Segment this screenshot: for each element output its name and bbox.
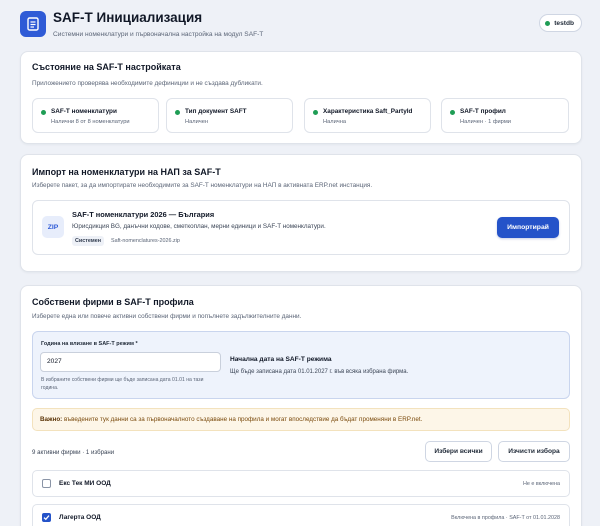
firm-row[interactable]: Екс Тек МИ ООД Не е включена	[32, 470, 570, 497]
status-item-nomenclatures: SAF-T номенклатури Налични 8 от 8 номенк…	[32, 98, 159, 133]
package-item[interactable]: ZIP SAF-T номенклатури 2026 — България Ю…	[32, 200, 570, 255]
status-item-value: Налични 8 от 8 номенклатури	[51, 119, 130, 125]
setup-status-card: Състояние на SAF-T настройката Приложени…	[20, 51, 582, 144]
status-item-value: Наличен	[185, 119, 209, 125]
status-ok-icon	[313, 110, 318, 115]
package-description: Юрисдикция BG, данъчни кодове, сметкопла…	[72, 223, 326, 230]
status-item-name: SAF-T профил	[460, 108, 506, 115]
notice-label: Важно:	[40, 416, 63, 423]
firm-checkbox[interactable]	[42, 513, 51, 522]
year-input[interactable]: 2027	[40, 352, 221, 372]
start-date-title: Начална дата на SAF-T режима	[230, 356, 332, 363]
status-item-name: Тип документ SAFT	[185, 108, 247, 115]
year-field-label: Година на влизане в SAF-T режим *	[41, 341, 138, 347]
firm-checkbox[interactable]	[42, 479, 51, 488]
database-name: testdb	[554, 19, 574, 27]
firm-count: 9 активни фирми · 1 избрани	[32, 449, 115, 456]
import-card-title: Импорт на номенклатури на НАП за SAF-T	[32, 167, 221, 177]
firm-row[interactable]: Лагерта ООД Включена в профила · SAF-T о…	[32, 504, 570, 526]
notice-text: въведените тук данни са за първоначалнот…	[62, 416, 423, 423]
status-item-name: Характеристика Saft_PartyId	[323, 108, 413, 115]
import-card-description: Изберете пакет, за да импортирате необхо…	[32, 182, 373, 189]
page-header: SAF-T Инициализация Системни номенклатур…	[20, 10, 582, 46]
firms-card-description: Изберете една или повече активни собстве…	[32, 313, 302, 320]
status-item-value: Налична	[323, 119, 347, 125]
firm-name: Лагерта ООД	[59, 514, 101, 521]
status-ok-icon	[175, 110, 180, 115]
status-dot-icon	[545, 20, 551, 26]
clear-selection-button[interactable]: Изчисти избора	[498, 441, 570, 462]
status-item-value: Наличен · 1 фирми	[460, 119, 511, 125]
page-subtitle: Системни номенклатури и първоначална нас…	[53, 31, 264, 38]
status-card-description: Приложението проверява необходимите дефи…	[32, 80, 263, 87]
import-card: Импорт на номенклатури на НАП за SAF-T И…	[20, 154, 582, 272]
firms-card: Собствени фирми в SAF-T профила Изберете…	[20, 285, 582, 526]
status-item-party-id: Характеристика Saft_PartyId Налична	[304, 98, 431, 133]
select-all-button[interactable]: Избери всички	[425, 441, 492, 462]
package-title: SAF-T номенклатури 2026 — България	[72, 210, 215, 219]
page-title: SAF-T Инициализация	[53, 10, 203, 25]
firms-card-title: Собствени фирми в SAF-T профила	[32, 297, 194, 307]
firm-status: Включена в профила · SAF-T от 01.01.2028	[451, 515, 560, 521]
year-field-help: В избраните собствени фирми ще бъде запи…	[41, 377, 204, 391]
firm-status: Не е включена	[522, 481, 560, 487]
database-badge[interactable]: testdb	[539, 14, 582, 32]
package-file-name: Saft-nomenclatures-2026.zip	[111, 238, 180, 244]
important-notice: Важно: въведените тук данни са за първон…	[32, 408, 570, 431]
status-ok-icon	[450, 110, 455, 115]
status-item-profile: SAF-T профил Наличен · 1 фирми	[441, 98, 569, 133]
status-ok-icon	[41, 110, 46, 115]
package-tag: Системен	[72, 236, 105, 246]
import-button[interactable]: Импортирай	[497, 217, 559, 238]
firm-name: Екс Тек МИ ООД	[59, 480, 111, 487]
status-card-title: Състояние на SAF-T настройката	[32, 62, 181, 72]
document-icon	[20, 11, 46, 37]
start-date-panel: Година на влизане в SAF-T режим * 2027 В…	[32, 331, 570, 399]
checkmark-icon	[43, 515, 50, 521]
status-item-name: SAF-T номенклатури	[51, 108, 117, 115]
start-date-description: Ще бъде записана дата 01.01.2027 г. във …	[230, 369, 409, 375]
zip-file-icon: ZIP	[42, 216, 64, 238]
status-item-doc-type: Тип документ SAFT Наличен	[166, 98, 293, 133]
